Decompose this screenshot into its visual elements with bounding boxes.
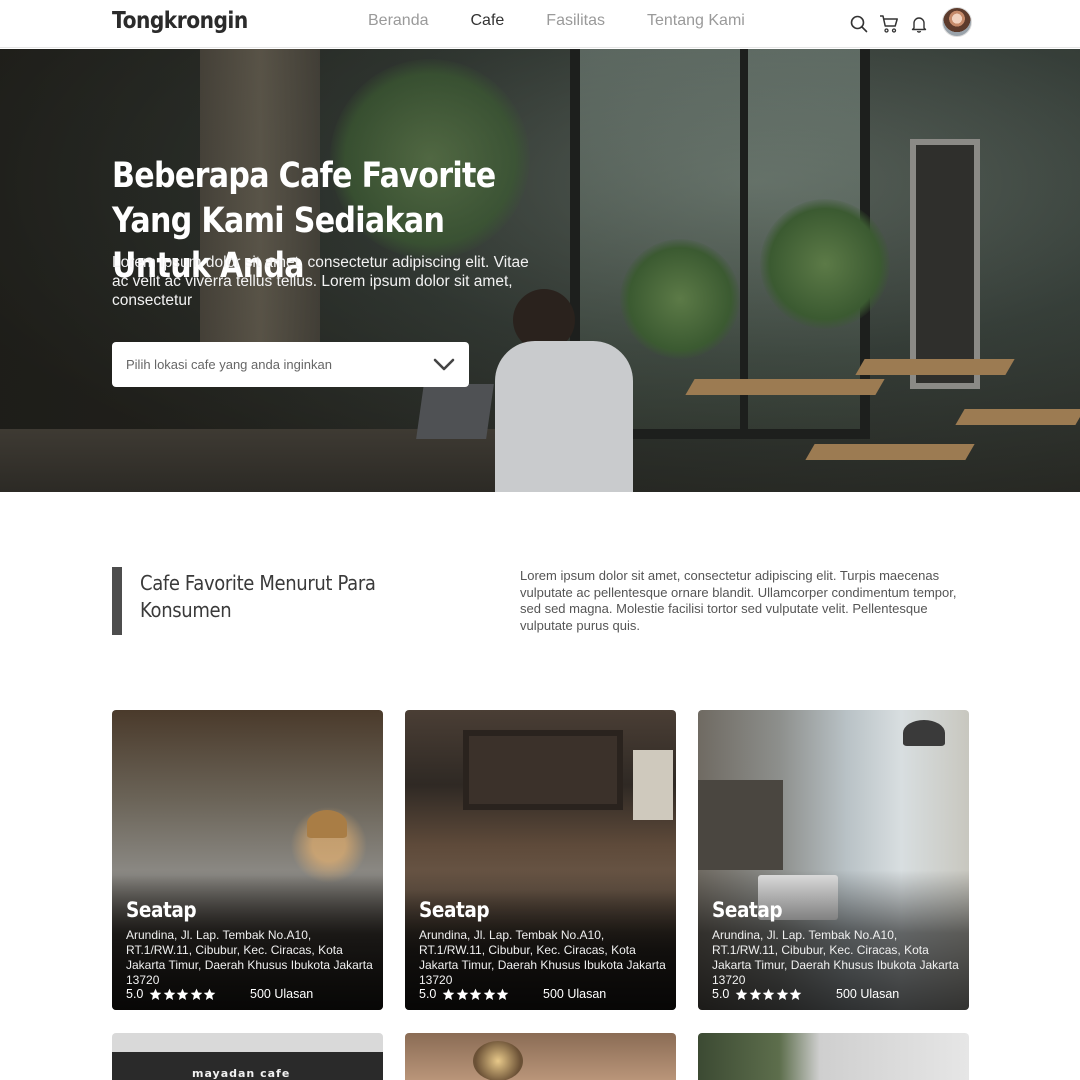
- cafe-card-reviews: 500 Ulasan: [836, 987, 900, 1001]
- pendant-lamp-icon: [903, 720, 945, 746]
- rating-stars: [149, 988, 217, 1001]
- star-icon: [749, 988, 762, 1000]
- cafe-card-partial[interactable]: [698, 1033, 969, 1080]
- nav-links: Beranda Cafe Fasilitas Tentang Kami: [368, 12, 787, 30]
- hero-banner: Beberapa Cafe Favorite Yang Kami Sediaka…: [0, 49, 1080, 492]
- navbar: Tongkrongin Beranda Cafe Fasilitas Tenta…: [0, 0, 1080, 48]
- star-icon: [470, 988, 482, 1000]
- cafe-card[interactable]: Seatap Arundina, Jl. Lap. Tembak No.A10,…: [112, 710, 383, 1010]
- star-icon: [497, 988, 509, 1000]
- cafe-card[interactable]: Seatap Arundina, Jl. Lap. Tembak No.A10,…: [405, 710, 676, 1010]
- shelf-unit: [698, 780, 783, 870]
- section-accent-bar: [112, 567, 122, 635]
- nav-icons: [848, 7, 972, 37]
- cafe-card-rating: 5.0: [712, 987, 803, 1001]
- bell-icon[interactable]: [908, 13, 930, 35]
- chevron-down-icon[interactable]: [433, 354, 455, 376]
- hero-background-bench: [955, 409, 1080, 425]
- star-icon: [190, 988, 203, 1000]
- nav-link-tentang-kami[interactable]: Tentang Kami: [647, 12, 745, 30]
- rating-value: 5.0: [419, 987, 437, 1001]
- star-icon: [443, 988, 455, 1000]
- location-select[interactable]: Pilih lokasi cafe yang anda inginkan: [112, 342, 469, 387]
- star-icon: [776, 988, 789, 1000]
- star-icon: [736, 988, 748, 1000]
- section-description: Lorem ipsum dolor sit amet, consectetur …: [520, 568, 957, 633]
- hero-background-plant: [620, 239, 740, 359]
- rating-value: 5.0: [126, 987, 144, 1001]
- cafe-card-address: Arundina, Jl. Lap. Tembak No.A10, RT.1/R…: [126, 928, 373, 987]
- hero-background-laptop: [416, 384, 494, 439]
- star-icon: [177, 988, 189, 1000]
- avatar[interactable]: [942, 7, 972, 37]
- cafe-card-title: Seatap: [126, 898, 197, 922]
- cafe-sign: mayadan cafe: [192, 1067, 291, 1080]
- rating-value: 5.0: [712, 987, 730, 1001]
- search-icon[interactable]: [848, 13, 870, 35]
- location-select-placeholder: Pilih lokasi cafe yang anda inginkan: [126, 357, 332, 372]
- nav-link-cafe[interactable]: Cafe: [471, 12, 505, 30]
- cafe-card-address: Arundina, Jl. Lap. Tembak No.A10, RT.1/R…: [419, 928, 666, 987]
- cart-icon[interactable]: [878, 13, 900, 35]
- hanging-lamp-box: [633, 750, 673, 820]
- hero-subtitle: Lorem ipsum dolor sit amet, consectetur …: [112, 254, 529, 309]
- nav-link-fasilitas[interactable]: Fasilitas: [546, 12, 605, 30]
- star-icon: [204, 988, 216, 1000]
- cafe-card-partial[interactable]: mayadan cafe: [112, 1033, 383, 1080]
- hero-background-bench: [805, 444, 975, 460]
- rating-stars: [735, 988, 803, 1001]
- hero-background-person: [495, 289, 635, 492]
- star-icon: [150, 988, 162, 1000]
- cafe-card-title: Seatap: [712, 898, 783, 922]
- star-icon: [483, 988, 496, 1000]
- cafe-card-rating: 5.0: [419, 987, 510, 1001]
- nav-link-beranda[interactable]: Beranda: [368, 12, 429, 30]
- star-icon: [763, 988, 775, 1000]
- chandelier-icon: [473, 1041, 523, 1080]
- cafe-card-address: Arundina, Jl. Lap. Tembak No.A10, RT.1/R…: [712, 928, 959, 987]
- section-title: Cafe Favorite Menurut Para Konsumen: [140, 571, 376, 622]
- hero-background-plant: [760, 199, 890, 329]
- hero-background-bench: [855, 359, 1015, 375]
- star-icon: [163, 988, 176, 1000]
- brand-logo[interactable]: Tongkrongin: [112, 8, 248, 34]
- hanging-lamp-box: [463, 730, 623, 810]
- star-icon: [790, 988, 802, 1000]
- cafe-card-partial[interactable]: [405, 1033, 676, 1080]
- cafe-card-reviews: 500 Ulasan: [543, 987, 607, 1001]
- hero-background-door: [910, 139, 980, 389]
- pendant-lamp-icon: [307, 810, 347, 838]
- rating-stars: [442, 988, 510, 1001]
- cafe-card[interactable]: Seatap Arundina, Jl. Lap. Tembak No.A10,…: [698, 710, 969, 1010]
- hero-background-bench: [685, 379, 885, 395]
- cafe-card-rating: 5.0: [126, 987, 217, 1001]
- cafe-card-reviews: 500 Ulasan: [250, 987, 314, 1001]
- star-icon: [456, 988, 469, 1000]
- cafe-card-title: Seatap: [419, 898, 490, 922]
